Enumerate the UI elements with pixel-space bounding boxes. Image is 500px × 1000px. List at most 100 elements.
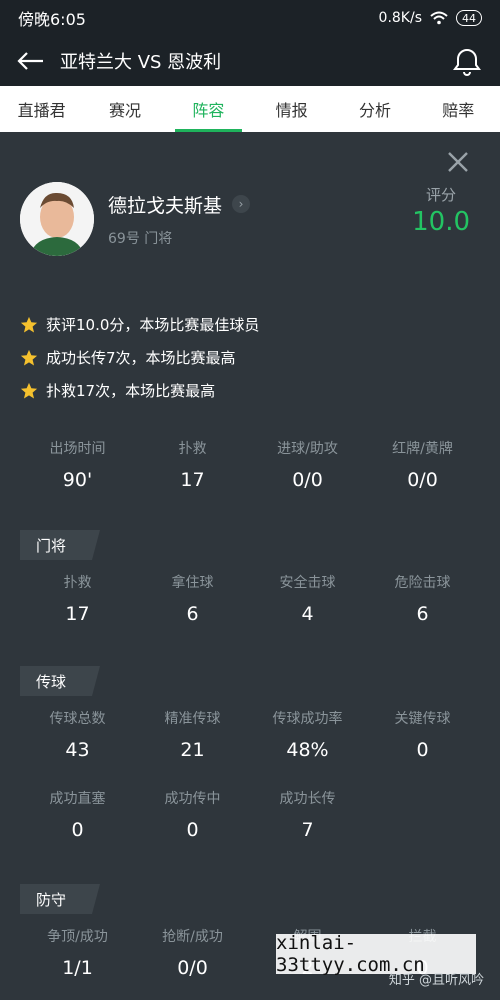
stat-cell: 成功长传 7 — [250, 788, 365, 844]
stat-label: 危险击球 — [394, 575, 451, 591]
player-name: 德拉戈夫斯基 — [108, 194, 223, 217]
stat-label: 精准传球 — [164, 711, 221, 727]
stat-value: 6 — [186, 603, 199, 625]
goalkeeping-stats: 扑救 17 拿住球 6 安全击球 4 危险击球 6 — [20, 572, 480, 628]
star-icon — [20, 349, 38, 365]
star-icon — [20, 316, 38, 332]
highlight-text: 获评10.0分，本场比赛最佳球员 — [46, 316, 260, 334]
watermark: xinlai-33ttyy.com.cn — [276, 932, 476, 976]
battery-icon: 44 — [456, 10, 482, 26]
stat-value: 17 — [65, 603, 90, 625]
tab-live[interactable]: 直播君 — [0, 86, 83, 132]
highlight-text: 成功长传7次，本场比赛最高 — [46, 349, 236, 367]
match-header: 亚特兰大 VS 恩波利 — [0, 36, 500, 86]
stat-cell: 进球/助攻 0/0 — [250, 438, 365, 494]
passing-stats-row2: 成功直塞 0 成功传中 0 成功长传 7 — [20, 788, 480, 844]
highlight-item: 获评10.0分，本场比赛最佳球员 — [20, 308, 259, 341]
stat-cell: 扑救 17 — [135, 438, 250, 494]
back-button[interactable] — [0, 36, 60, 86]
stat-value: 4 — [301, 603, 314, 625]
stat-value: 6 — [416, 603, 429, 625]
stat-label: 成功长传 — [279, 791, 336, 807]
stat-label: 抢断/成功 — [162, 929, 223, 945]
stat-cell: 关键传球 0 — [365, 708, 480, 764]
stat-label: 进球/助攻 — [277, 441, 338, 457]
stat-cell: 安全击球 4 — [250, 572, 365, 628]
stat-label: 安全击球 — [279, 575, 336, 591]
rating-value: 10.0 — [412, 207, 470, 237]
network-speed: 0.8K/s — [378, 10, 422, 26]
star-icon — [20, 382, 38, 398]
stat-value: 0 — [416, 739, 429, 761]
zhihu-watermark: 知乎 @且听风吟 — [388, 973, 484, 988]
player-info: 德拉戈夫斯基 › 69号 门将 — [108, 191, 251, 248]
section-passing: 传球 — [20, 666, 100, 696]
section-goalkeeping: 门将 — [20, 530, 100, 560]
stat-label: 传球成功率 — [272, 711, 343, 727]
passing-stats: 传球总数 43 精准传球 21 传球成功率 48% 关键传球 0 — [20, 708, 480, 764]
status-time: 傍晚6:05 — [18, 10, 86, 29]
wifi-icon — [430, 11, 448, 25]
stat-cell: 精准传球 21 — [135, 708, 250, 764]
stat-cell: 危险击球 6 — [365, 572, 480, 628]
stat-label: 扑救 — [63, 575, 92, 591]
stat-label: 关键传球 — [394, 711, 451, 727]
highlight-item: 扑救17次，本场比赛最高 — [20, 374, 259, 407]
player-name-row: 德拉戈夫斯基 › — [108, 191, 251, 218]
stat-value: 43 — [65, 739, 90, 761]
player-header[interactable]: 德拉戈夫斯基 › 69号 门将 — [20, 182, 251, 256]
status-right: 0.8K/s 44 — [379, 10, 482, 26]
stat-cell: 出场时间 90' — [20, 438, 135, 494]
stat-value: 0/0 — [177, 957, 208, 979]
rating-box: 评分 10.0 — [412, 184, 470, 237]
stat-cell: 拿住球 6 — [135, 572, 250, 628]
stat-value: 0/0 — [407, 469, 438, 491]
close-icon[interactable] — [446, 150, 470, 174]
arrow-left-icon — [17, 52, 43, 70]
stat-value: 0/0 — [292, 469, 323, 491]
stat-value: 21 — [180, 739, 205, 761]
stat-label: 传球总数 — [49, 711, 106, 727]
stat-cell: 成功传中 0 — [135, 788, 250, 844]
stat-label: 成功传中 — [164, 791, 221, 807]
stat-value: 0 — [71, 819, 84, 841]
highlights-list: 获评10.0分，本场比赛最佳球员 成功长传7次，本场比赛最高 扑救17次，本场比… — [20, 308, 259, 407]
avatar — [20, 182, 94, 256]
stat-cell: 争顶/成功 1/1 — [20, 926, 135, 982]
section-defense: 防守 — [20, 884, 100, 914]
stat-cell: 传球总数 43 — [20, 708, 135, 764]
stat-cell: 红牌/黄牌 0/0 — [365, 438, 480, 494]
tab-bar: 直播君 赛况 阵容 情报 分析 赔率 — [0, 86, 500, 132]
stat-value: 0 — [186, 819, 199, 841]
stat-label: 出场时间 — [49, 441, 106, 457]
rating-label: 评分 — [426, 186, 457, 204]
stat-label: 拿住球 — [171, 575, 214, 591]
highlight-item: 成功长传7次，本场比赛最高 — [20, 341, 259, 374]
stat-value: 1/1 — [62, 957, 93, 979]
stat-cell: 成功直塞 0 — [20, 788, 135, 844]
tab-odds[interactable]: 赔率 — [417, 86, 500, 132]
tab-lineup[interactable]: 阵容 — [167, 86, 250, 132]
bell-icon[interactable] — [452, 46, 482, 76]
stat-cell: 抢断/成功 0/0 — [135, 926, 250, 982]
highlight-text: 扑救17次，本场比赛最高 — [46, 382, 216, 400]
stat-label: 争顶/成功 — [47, 929, 108, 945]
tab-events[interactable]: 赛况 — [83, 86, 166, 132]
player-number-position: 69号 门将 — [108, 230, 173, 247]
stat-cell: 传球成功率 48% — [250, 708, 365, 764]
chevron-right-icon: › — [232, 195, 251, 213]
player-stats-panel: 德拉戈夫斯基 › 69号 门将 评分 10.0 获评10.0分，本场比赛最佳球员… — [0, 132, 500, 1000]
stat-cell: 扑救 17 — [20, 572, 135, 628]
stat-label: 红牌/黄牌 — [392, 441, 453, 457]
summary-stats: 出场时间 90' 扑救 17 进球/助攻 0/0 红牌/黄牌 0/0 — [20, 438, 480, 494]
stat-value: 7 — [301, 819, 314, 841]
stat-value: 48% — [286, 739, 329, 761]
status-bar: 傍晚6:05 0.8K/s 44 — [0, 0, 500, 36]
stat-value: 90' — [62, 469, 93, 491]
stat-value: 17 — [180, 469, 205, 491]
stat-label: 成功直塞 — [49, 791, 106, 807]
tab-analysis[interactable]: 分析 — [333, 86, 416, 132]
page-title: 亚特兰大 VS 恩波利 — [60, 52, 222, 73]
stat-label: 扑救 — [178, 441, 207, 457]
tab-intel[interactable]: 情报 — [250, 86, 333, 132]
